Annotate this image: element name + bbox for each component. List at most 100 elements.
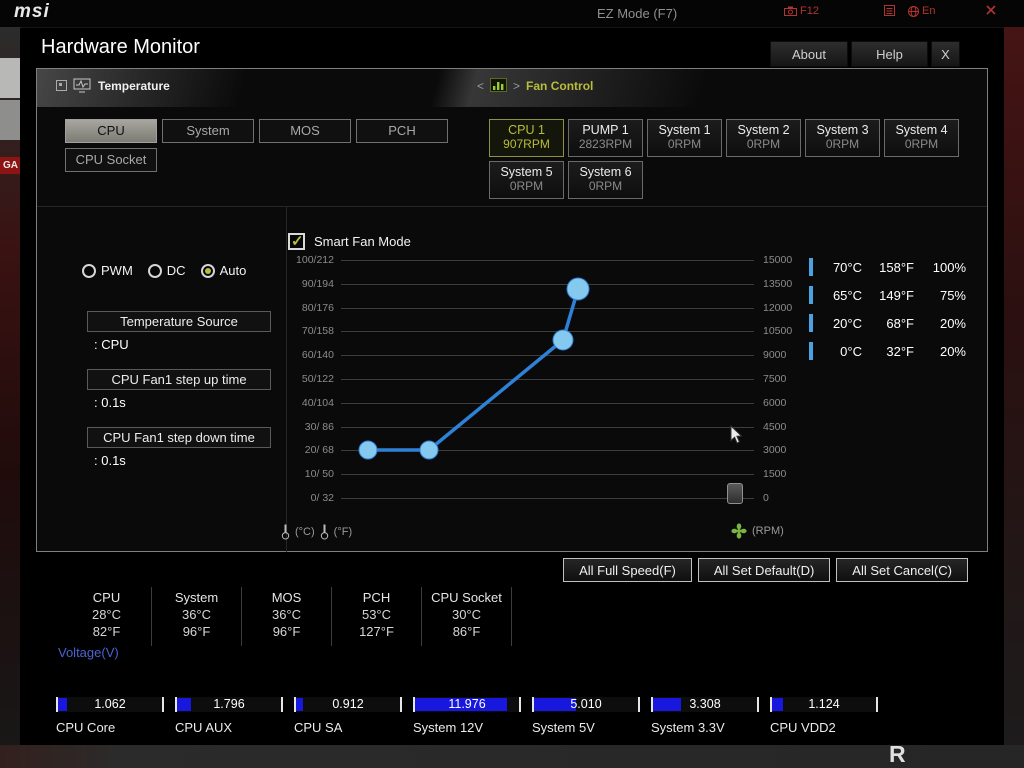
setting-cpu-fan1-step-up-time[interactable]: CPU Fan1 step up time <box>87 369 271 390</box>
bios-left-edge: GA <box>0 27 21 768</box>
temp-tab-cpu[interactable]: CPU <box>65 119 157 143</box>
y-axis-rpm-label: 3000 <box>763 444 787 456</box>
fan-button-system-3[interactable]: System 3 0RPM <box>805 119 880 157</box>
voltage-value: 11.976 <box>448 697 486 711</box>
voltage-section-title: Voltage(V) <box>58 645 119 660</box>
screenshot-f12-button[interactable]: F12 <box>784 5 819 17</box>
y-axis-rpm-label: 12000 <box>763 302 793 314</box>
fan-rpm: 0RPM <box>825 137 860 151</box>
voltage-cpu-core: 1.062 CPU Core <box>56 697 164 735</box>
fan-mode-radio-dc[interactable]: DC <box>147 263 186 278</box>
voltage-label: System 5V <box>532 720 595 735</box>
fan-curve-legend: 70°C 158°F 100% 65°C 149°F 75% 20°C 68°F 20% 0°C 3… <box>809 253 966 365</box>
sensor-celsius: 36°C <box>271 607 302 622</box>
fan-name: System 2 <box>737 123 790 137</box>
fan-curve-point[interactable] <box>419 440 439 460</box>
sensor-celsius: 28°C <box>91 607 122 622</box>
legend-color-chip <box>809 258 813 276</box>
legend-percent: 75% <box>939 287 966 303</box>
bios-bottom-edge <box>0 745 1024 768</box>
hardware-monitor-window: Hardware Monitor About Help X Temperatur… <box>20 28 1004 745</box>
setting-value: : 0.1s <box>94 395 126 410</box>
fan-name: System 1 <box>658 123 711 137</box>
sensor-fahrenheit: 86°F <box>452 624 481 639</box>
radio-dot <box>147 263 162 278</box>
fan-rpm: 0RPM <box>746 137 781 151</box>
fan-curve-plot: 100/212 15000 90/194 13500 80/176 12000 70/158… <box>296 254 792 504</box>
check-icon: ✓ <box>291 233 304 250</box>
thermometer-icon <box>281 524 290 540</box>
fan-button-system-4[interactable]: System 4 0RPM <box>884 119 959 157</box>
y-axis-temp-label: 60/140 <box>301 349 334 361</box>
voltage-bar-track: 5.010 <box>532 697 640 712</box>
legend-color-chip <box>809 342 813 360</box>
bios-right-edge <box>1004 27 1024 768</box>
temp-tab-cpu-socket[interactable]: CPU Socket <box>65 148 157 172</box>
y-axis-temp-label: 30/ 86 <box>304 421 334 433</box>
fan-curve-point[interactable] <box>566 277 590 301</box>
rpm-slider-handle[interactable] <box>727 483 743 504</box>
y-axis-temp-label: 90/194 <box>301 278 334 290</box>
y-axis-rpm-label: 15000 <box>763 254 793 266</box>
y-axis-rpm-label: 13500 <box>763 278 793 290</box>
voltage-system-3-3v: 3.308 System 3.3V <box>651 697 759 735</box>
prev-sensor-arrow[interactable]: < <box>477 79 484 93</box>
fan-button-system-1[interactable]: System 1 0RPM <box>647 119 722 157</box>
y-axis-rpm-label: 6000 <box>763 397 787 409</box>
fan-name: System 3 <box>816 123 869 137</box>
fan-button-pump-1[interactable]: PUMP 1 2823RPM <box>568 119 643 157</box>
voltage-cpu-sa: 0.912 CPU SA <box>294 697 402 735</box>
help-button[interactable]: Help <box>851 41 928 67</box>
fan-curve-point[interactable] <box>358 440 378 460</box>
sensor-fahrenheit: 127°F <box>359 624 394 639</box>
voltage-value: 1.062 <box>94 697 126 711</box>
voltage-label: System 3.3V <box>651 720 725 735</box>
ez-mode-button[interactable]: EZ Mode (F7) <box>597 6 677 21</box>
camera-icon <box>784 6 797 16</box>
monitor-panel: Temperature < > Fan Control CPU System MOS… <box>36 68 988 552</box>
rpm-unit-label-row: (RPM) <box>731 523 784 539</box>
window-close-button[interactable]: X <box>931 41 960 67</box>
setting-value: : CPU <box>94 337 129 352</box>
fan-button-system-6[interactable]: System 6 0RPM <box>568 161 643 199</box>
y-axis-temp-label: 80/176 <box>301 302 334 314</box>
vertical-divider <box>286 207 287 552</box>
action-all-full-speed-f[interactable]: All Full Speed(F) <box>563 558 692 582</box>
smart-fan-checkbox[interactable]: ✓ <box>288 233 305 250</box>
favorites-button[interactable] <box>884 5 895 16</box>
legend-row: 70°C 158°F 100% <box>809 253 966 281</box>
fan-mode-radio-auto[interactable]: Auto <box>200 263 246 278</box>
temp-tab-system[interactable]: System <box>162 119 254 143</box>
voltage-system-5v: 5.010 System 5V <box>532 697 640 735</box>
setting-cpu-fan1-step-down-time[interactable]: CPU Fan1 step down time <box>87 427 271 448</box>
voltage-label: System 12V <box>413 720 484 735</box>
fan-button-cpu-1[interactable]: CPU 1 907RPM <box>489 119 564 157</box>
about-button[interactable]: About <box>770 41 848 67</box>
fan-button-system-2[interactable]: System 2 0RPM <box>726 119 801 157</box>
voltage-label: CPU SA <box>294 720 343 735</box>
fan-rpm: 0RPM <box>904 137 939 151</box>
next-sensor-arrow[interactable]: > <box>513 79 520 93</box>
fan-button-system-5[interactable]: System 5 0RPM <box>489 161 564 199</box>
radio-label: DC <box>166 263 186 278</box>
temp-tab-pch[interactable]: PCH <box>356 119 448 143</box>
action-all-set-default-d[interactable]: All Set Default(D) <box>697 558 831 582</box>
fan-name: PUMP 1 <box>582 123 629 137</box>
temp-unit-labels: (°C) (°F) <box>281 523 352 540</box>
temperature-section-title: Temperature <box>98 78 170 93</box>
temp-tab-mos[interactable]: MOS <box>259 119 351 143</box>
fan-curve-point[interactable] <box>552 329 574 351</box>
action-all-set-cancel-c[interactable]: All Set Cancel(C) <box>836 558 968 582</box>
topbar-close-button[interactable] <box>986 5 996 15</box>
setting-temperature-source[interactable]: Temperature Source <box>87 311 271 332</box>
y-axis-rpm-label: 0 <box>763 492 769 504</box>
language-button[interactable]: En <box>908 5 935 17</box>
sensor-fahrenheit: 82°F <box>92 624 121 639</box>
bios-corner-letter: R <box>889 741 906 767</box>
voltage-bar-track: 0.912 <box>294 697 402 712</box>
fan-name: CPU 1 <box>508 123 545 137</box>
legend-fahrenheit: 158°F <box>879 259 914 275</box>
fan-mode-radio-pwm[interactable]: PWM <box>82 263 133 278</box>
voltage-cpu-aux: 1.796 CPU AUX <box>175 697 283 735</box>
temperature-graph-icon <box>73 78 91 93</box>
